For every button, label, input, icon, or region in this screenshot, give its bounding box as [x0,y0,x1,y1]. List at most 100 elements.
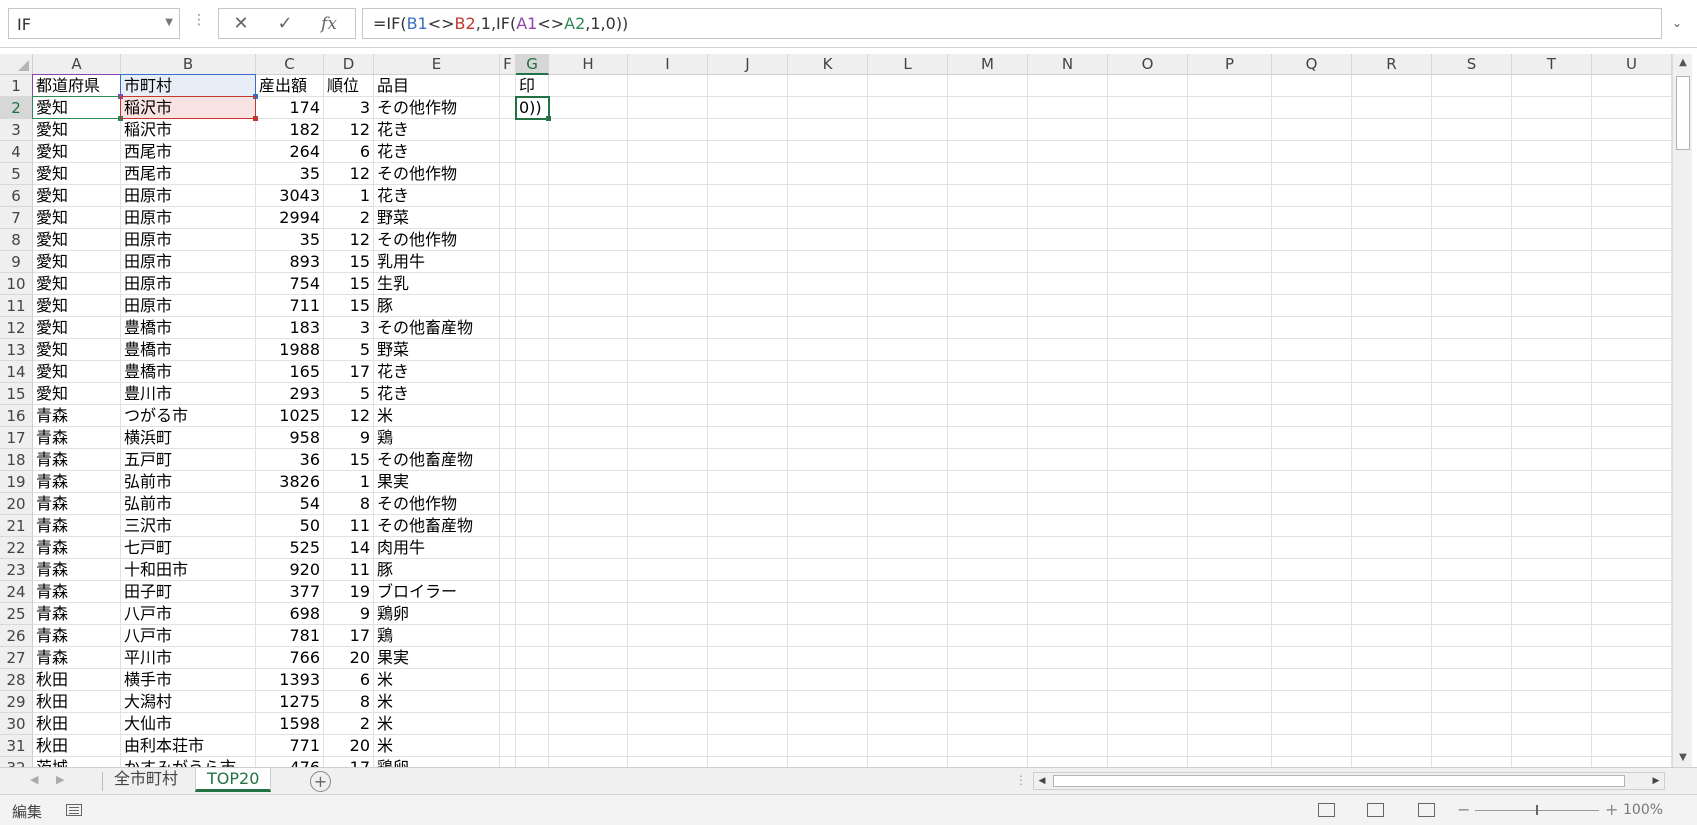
cell-r18[interactable] [1352,449,1432,471]
cell-c31[interactable]: 771 [256,735,324,757]
cell-o8[interactable] [1108,229,1188,251]
cell-l22[interactable] [868,537,948,559]
cell-n29[interactable] [1028,691,1108,713]
cell-e17[interactable]: 鶏 [374,427,500,449]
cell-o12[interactable] [1108,317,1188,339]
tab-split-handle-icon[interactable]: ⋮ [1015,773,1027,787]
cell-t14[interactable] [1512,361,1592,383]
cell-h5[interactable] [549,163,628,185]
cell-u15[interactable] [1592,383,1672,405]
cell-u28[interactable] [1592,669,1672,691]
cell-p28[interactable] [1188,669,1272,691]
cell-s21[interactable] [1432,515,1512,537]
cell-e32[interactable]: 鶏卵 [374,757,500,767]
cell-g26[interactable] [516,625,549,647]
cell-c11[interactable]: 711 [256,295,324,317]
cell-u32[interactable] [1592,757,1672,767]
cell-l5[interactable] [868,163,948,185]
scroll-right-icon[interactable]: ▶ [1648,773,1664,789]
horizontal-scrollbar[interactable]: ◀ ▶ [1033,772,1665,790]
cell-k24[interactable] [788,581,868,603]
cell-r21[interactable] [1352,515,1432,537]
cell-j25[interactable] [708,603,788,625]
cell-k7[interactable] [788,207,868,229]
cell-t32[interactable] [1512,757,1592,767]
cell-e23[interactable]: 豚 [374,559,500,581]
row-header-3[interactable]: 3 [0,119,33,141]
cell-l29[interactable] [868,691,948,713]
cell-d3[interactable]: 12 [324,119,374,141]
cell-i14[interactable] [628,361,708,383]
cell-b7[interactable]: 田原市 [121,207,256,229]
cell-a3[interactable]: 愛知 [33,119,121,141]
cell-a4[interactable]: 愛知 [33,141,121,163]
cell-t25[interactable] [1512,603,1592,625]
cell-p17[interactable] [1188,427,1272,449]
cell-b23[interactable]: 十和田市 [121,559,256,581]
cell-r20[interactable] [1352,493,1432,515]
cell-t22[interactable] [1512,537,1592,559]
cell-i23[interactable] [628,559,708,581]
cell-o10[interactable] [1108,273,1188,295]
cell-c15[interactable]: 293 [256,383,324,405]
cell-h30[interactable] [549,713,628,735]
cell-c8[interactable]: 35 [256,229,324,251]
row-header-10[interactable]: 10 [0,273,33,295]
cell-r24[interactable] [1352,581,1432,603]
scroll-left-icon[interactable]: ◀ [1034,773,1050,789]
cell-q32[interactable] [1272,757,1352,767]
cell-b24[interactable]: 田子町 [121,581,256,603]
cell-f12[interactable] [500,317,516,339]
cell-p9[interactable] [1188,251,1272,273]
cell-i28[interactable] [628,669,708,691]
cell-p23[interactable] [1188,559,1272,581]
cell-a28[interactable]: 秋田 [33,669,121,691]
cell-i8[interactable] [628,229,708,251]
cell-n28[interactable] [1028,669,1108,691]
cell-m4[interactable] [948,141,1028,163]
cell-k27[interactable] [788,647,868,669]
cell-c16[interactable]: 1025 [256,405,324,427]
cell-i16[interactable] [628,405,708,427]
cell-u19[interactable] [1592,471,1672,493]
cell-u20[interactable] [1592,493,1672,515]
cell-o11[interactable] [1108,295,1188,317]
cell-n10[interactable] [1028,273,1108,295]
cell-o29[interactable] [1108,691,1188,713]
cell-q18[interactable] [1272,449,1352,471]
cell-b25[interactable]: 八戸市 [121,603,256,625]
column-header-b[interactable]: B [121,54,256,75]
cell-s4[interactable] [1432,141,1512,163]
cell-t23[interactable] [1512,559,1592,581]
cell-l8[interactable] [868,229,948,251]
cell-n14[interactable] [1028,361,1108,383]
cell-k2[interactable] [788,97,868,119]
cell-o26[interactable] [1108,625,1188,647]
column-header-o[interactable]: O [1108,54,1188,75]
column-header-n[interactable]: N [1028,54,1108,75]
cell-m8[interactable] [948,229,1028,251]
cell-e9[interactable]: 乳用牛 [374,251,500,273]
cell-f13[interactable] [500,339,516,361]
cell-f31[interactable] [500,735,516,757]
cell-f29[interactable] [500,691,516,713]
cell-c29[interactable]: 1275 [256,691,324,713]
cell-p7[interactable] [1188,207,1272,229]
cell-k12[interactable] [788,317,868,339]
cell-n27[interactable] [1028,647,1108,669]
row-header-9[interactable]: 9 [0,251,33,273]
cell-b28[interactable]: 横手市 [121,669,256,691]
cell-k4[interactable] [788,141,868,163]
cell-d7[interactable]: 2 [324,207,374,229]
cell-f30[interactable] [500,713,516,735]
cell-a21[interactable]: 青森 [33,515,121,537]
cell-b27[interactable]: 平川市 [121,647,256,669]
cell-l23[interactable] [868,559,948,581]
cell-a11[interactable]: 愛知 [33,295,121,317]
cell-h31[interactable] [549,735,628,757]
cell-j2[interactable] [708,97,788,119]
cell-d18[interactable]: 15 [324,449,374,471]
cell-m23[interactable] [948,559,1028,581]
cell-t30[interactable] [1512,713,1592,735]
cell-q5[interactable] [1272,163,1352,185]
